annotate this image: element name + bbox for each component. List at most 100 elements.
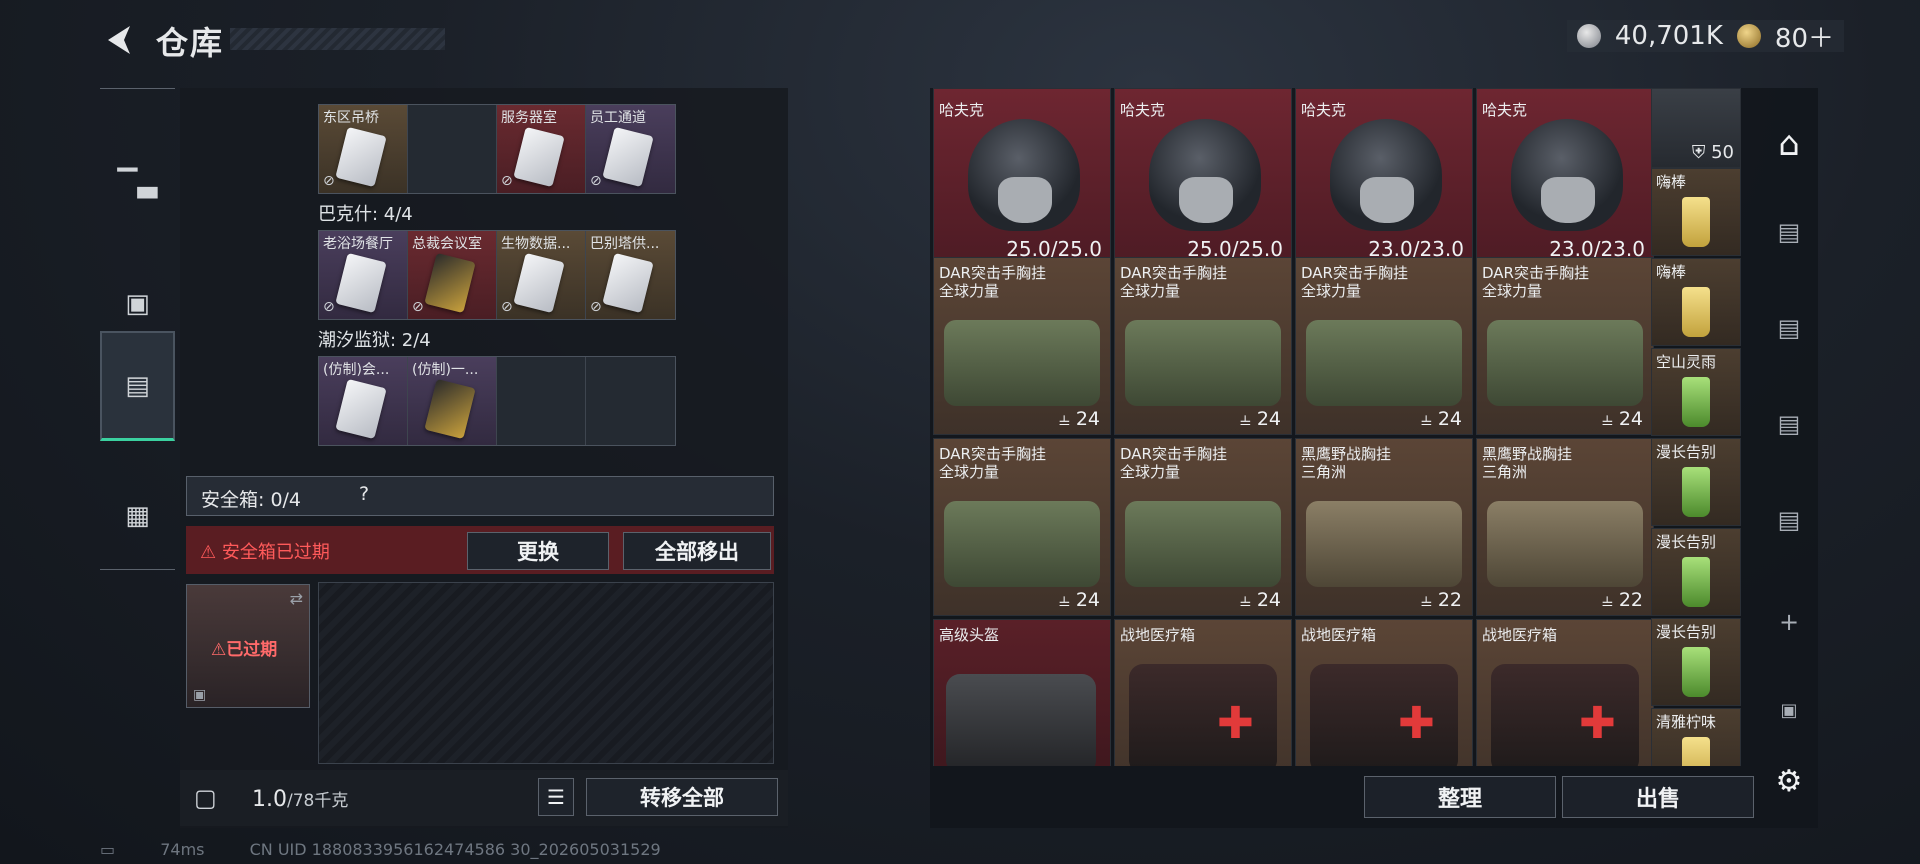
replace-button[interactable]: 更换 — [467, 532, 609, 570]
move-all-out-button[interactable]: 全部移出 — [623, 532, 771, 570]
nav-weapon[interactable]: ▔▃ — [100, 129, 175, 239]
stash-item[interactable]: DAR突击手胸挂 全球力量 ⫨ 24 — [933, 438, 1111, 616]
lock-icon[interactable]: ▣ — [1760, 700, 1818, 721]
stash-page-iii-icon[interactable]: ▤ — [1760, 506, 1818, 534]
key-slot[interactable]: 老浴场餐厅 ⊘ — [319, 231, 408, 319]
drink-icon — [1682, 197, 1710, 247]
item-name: 嗨棒 — [1656, 263, 1687, 281]
key-slot[interactable]: (仿制)一... — [408, 357, 497, 445]
sell-button[interactable]: 出售 — [1562, 776, 1754, 818]
stash-item[interactable]: 嗨棒 — [1651, 258, 1741, 346]
chest-rig-icon — [944, 320, 1100, 406]
stash-item[interactable]: 漫长告别 — [1651, 528, 1741, 616]
sort-button[interactable]: 整理 — [1364, 776, 1556, 818]
top-bar: 仓库 40,701K 80＋ — [0, 0, 1920, 80]
currency-display[interactable]: 40,701K 80＋ — [1566, 20, 1844, 54]
transfer-all-button[interactable]: 转移全部 — [586, 778, 778, 816]
lock-icon: ▣ — [193, 687, 207, 703]
stash-item[interactable]: 哈夫克 25.0/25.0 — [1114, 88, 1292, 266]
stash-page-iv-icon[interactable]: ▤ — [1760, 218, 1818, 246]
key-slot[interactable]: (仿制)会... — [319, 357, 408, 445]
stash-item[interactable]: 哈夫克 23.0/23.0 — [1476, 88, 1654, 266]
drink-icon — [1682, 377, 1710, 427]
key-slot[interactable]: 东区吊桥 ⊘ — [319, 105, 408, 193]
capacity: ⫨ 24 — [1240, 408, 1281, 430]
stash-item[interactable]: 漫长告别 — [1651, 438, 1741, 526]
key-slot-empty[interactable] — [497, 357, 586, 445]
weight-display: 1.0/78千克 — [252, 786, 348, 812]
key-label: 东区吊桥 — [323, 110, 379, 126]
nav-toolbox[interactable]: ▦ — [100, 461, 175, 571]
stash-item[interactable]: DAR突击手胸挂 全球力量 ⫨ 24 — [1114, 438, 1292, 616]
stash-item[interactable]: 空山灵雨 — [1651, 348, 1741, 436]
item-name: 漫长告别 — [1656, 443, 1717, 461]
key-slot[interactable]: 员工通道 ⊘ — [586, 105, 675, 193]
stash-page-v-icon[interactable]: ▤ — [1760, 314, 1818, 342]
keycard-icon — [513, 252, 565, 314]
medical-cross-icon: ✚ — [1579, 698, 1616, 749]
key-slot-empty[interactable] — [586, 357, 675, 445]
helmet-icon — [1149, 119, 1261, 231]
key-slot[interactable]: 生物数据... ⊘ — [497, 231, 586, 319]
item-name: 漫长告别 — [1656, 623, 1717, 641]
capacity-value: 22 — [1618, 589, 1643, 611]
weight-value: 1.0 — [252, 787, 287, 812]
stash-item[interactable]: 黑鹰野战胸挂 三角洲 ⫨ 22 — [1295, 438, 1473, 616]
gold-coin-icon — [1736, 24, 1761, 48]
stash-item[interactable]: 嗨棒 — [1651, 168, 1741, 256]
key-slot-empty[interactable] — [408, 105, 497, 193]
armor-badge: ⛨ 50 — [1691, 142, 1734, 163]
stash-item[interactable]: 战地医疗箱 ✚ — [1114, 619, 1292, 766]
stash-item[interactable]: 战地医疗箱 ✚ — [1295, 619, 1473, 766]
settings-gear-icon[interactable]: ⚙ — [1760, 764, 1818, 799]
stash-page-iv-b-icon[interactable]: ▤ — [1760, 410, 1818, 438]
stash-home-icon[interactable]: ⌂ — [1760, 124, 1818, 164]
helmet-icon — [968, 119, 1080, 231]
stash-item[interactable]: DAR突击手胸挂 全球力量 ⫨ 24 — [1295, 257, 1473, 435]
chest-rig-icon — [1306, 501, 1462, 587]
stash-item[interactable]: 哈夫克 25.0/25.0 — [933, 88, 1111, 266]
page-title: 仓库 — [156, 24, 225, 62]
stash-item[interactable]: ⛨ 50 — [1651, 88, 1741, 168]
safebox-slot[interactable]: ⚠已过期 ⇄ ▣ — [186, 584, 310, 708]
stash-item[interactable]: 漫长告别 — [1651, 618, 1741, 706]
title-decoration — [230, 28, 445, 50]
key-label: 巴别塔供... — [590, 236, 660, 252]
capacity: ⫨ 22 — [1421, 589, 1462, 611]
add-page-icon[interactable]: + — [1760, 608, 1818, 636]
nav-backpack[interactable]: ▤ — [100, 331, 175, 441]
gold-amount: 80＋ — [1774, 23, 1834, 54]
back-arrow-icon[interactable] — [100, 20, 140, 60]
stash-item[interactable]: DAR突击手胸挂 全球力量 ⫨ 24 — [1114, 257, 1292, 435]
key-label: 总裁会议室 — [412, 236, 482, 252]
toolbox-icon: ▦ — [125, 501, 150, 531]
item-subname: 全球力量 — [939, 282, 1000, 300]
keycard-icon — [424, 378, 476, 440]
item-name: 战地医疗箱 — [1301, 626, 1377, 644]
stash-item[interactable]: 哈夫克 23.0/23.0 — [1295, 88, 1473, 266]
stash-item[interactable]: 清雅柠味 — [1651, 708, 1741, 766]
keycard-icon — [602, 252, 654, 314]
no-insure-icon: ⊘ — [501, 173, 513, 189]
item-subname: 全球力量 — [1120, 282, 1181, 300]
stash-item[interactable]: DAR突击手胸挂 全球力量 ⫨ 24 — [1476, 257, 1654, 435]
safebox-label: 安全箱: 0/4 — [201, 489, 302, 511]
uid-text: CN UID 1880833956162474586 30_2026050315… — [249, 840, 661, 859]
stash-item[interactable]: 战地医疗箱 ✚ — [1476, 619, 1654, 766]
list-view-button[interactable]: ☰ — [538, 778, 574, 816]
key-slot[interactable]: 总裁会议室 ⊘ — [408, 231, 497, 319]
chest-rig-icon — [1487, 320, 1643, 406]
item-subname: 三角洲 — [1301, 463, 1347, 481]
stash-item[interactable]: 高级头盔 — [933, 619, 1111, 766]
key-slot[interactable]: 巴别塔供... ⊘ — [586, 231, 675, 319]
pistol-icon: ▔▃ — [117, 169, 158, 199]
stash-item[interactable]: 黑鹰野战胸挂 三角洲 ⫨ 22 — [1476, 438, 1654, 616]
item-subname: 三角洲 — [1482, 463, 1528, 481]
help-icon[interactable]: ? — [351, 483, 377, 509]
stash-item[interactable]: DAR突击手胸挂 全球力量 ⫨ 24 — [933, 257, 1111, 435]
capacity-value: 24 — [1618, 408, 1643, 430]
cocktail-icon — [1682, 647, 1710, 697]
capacity-value: 24 — [1256, 408, 1281, 430]
key-slot[interactable]: 服务器室 ⊘ — [497, 105, 586, 193]
no-insure-icon: ⊘ — [590, 173, 602, 189]
